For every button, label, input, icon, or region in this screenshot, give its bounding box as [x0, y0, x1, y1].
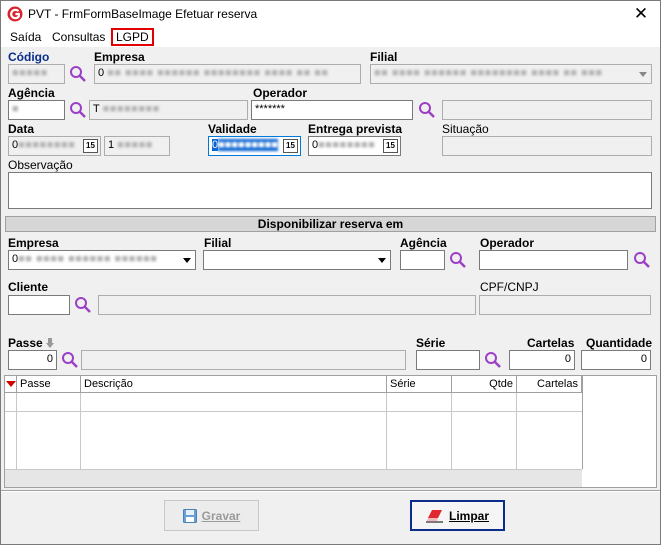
serie-field[interactable]: [416, 350, 480, 370]
entrega-field[interactable]: 0■■■■■■■■ 15: [308, 136, 401, 156]
cliente-name-field: [98, 295, 476, 315]
empresa-value: 0: [98, 67, 105, 79]
app-logo-icon: [7, 6, 23, 22]
cartelas-value: 0: [564, 353, 571, 365]
chevron-down-icon: [183, 258, 191, 263]
floppy-disk-icon: [182, 508, 197, 523]
quantidade-label: Quantidade: [586, 336, 653, 350]
menu-saida[interactable]: Saída: [7, 29, 44, 45]
search-codigo-icon[interactable]: [69, 65, 87, 83]
menu-lgpd[interactable]: LGPD: [111, 28, 154, 46]
serie-label: Série: [416, 336, 446, 350]
search-agencia-icon[interactable]: [69, 101, 87, 119]
grid-col-cartelas[interactable]: Cartelas: [517, 376, 582, 393]
grid-col-descricao[interactable]: Descrição: [81, 376, 387, 393]
gravar-button[interactable]: Gravar: [164, 500, 259, 531]
calendar-data-icon[interactable]: 15: [83, 139, 98, 153]
bottom-filial-select[interactable]: [203, 250, 391, 270]
gravar-label: Gravar: [201, 508, 241, 523]
grid-col-serie[interactable]: Série: [387, 376, 452, 393]
bottom-agencia-field[interactable]: [400, 250, 445, 270]
operador-label: Operador: [253, 86, 308, 100]
search-operador-icon[interactable]: [418, 101, 436, 119]
operador-value: *******: [255, 103, 285, 115]
observacao-label: Observação: [8, 158, 73, 172]
calendar-entrega-icon[interactable]: 15: [383, 139, 398, 153]
filial-select[interactable]: ■■ ■■■■ ■■■■■■ ■■■■■■■■ ■■■■ ■■ ■■■: [370, 64, 652, 84]
agencia-name-field: T ■■■■■■■■: [89, 100, 248, 120]
passe-label: Passe: [8, 336, 43, 350]
agencia-name-value: T: [93, 103, 100, 115]
empresa-label: Empresa: [94, 50, 145, 64]
table-row[interactable]: [5, 393, 582, 412]
bottom-empresa-select[interactable]: 0■■ ■■■■ ■■■■■■ ■■■■■■: [8, 250, 196, 270]
limpar-button[interactable]: Limpar: [410, 500, 505, 531]
quantidade-value: 0: [640, 353, 647, 365]
bottom-empresa-dropdown-arrow[interactable]: [179, 251, 195, 269]
limpar-label: Limpar: [448, 508, 489, 523]
eraser-icon: [425, 509, 443, 522]
search-cliente-icon[interactable]: [74, 296, 92, 314]
agencia-label: Agência: [8, 86, 55, 100]
filial-label: Filial: [370, 50, 398, 64]
arrow-down-icon: [46, 338, 54, 348]
window-title: PVT - FrmFormBaseImage Efetuar reserva: [28, 7, 258, 21]
cliente-label: Cliente: [8, 280, 49, 294]
bottom-filial-label: Filial: [204, 236, 232, 250]
cartelas-label: Cartelas: [527, 336, 575, 350]
bottom-empresa-label: Empresa: [8, 236, 59, 250]
grid-horizontal-scrollbar[interactable]: [5, 469, 582, 487]
empresa-field[interactable]: 0 ■■ ■■■■ ■■■■■■ ■■■■■■■■ ■■■■ ■■ ■■: [94, 64, 361, 84]
menu-consultas[interactable]: Consultas: [49, 29, 108, 45]
items-grid[interactable]: Passe Descrição Série Qtde Cartelas: [4, 375, 657, 488]
bottom-filial-dropdown-arrow[interactable]: [374, 251, 390, 269]
chevron-down-icon: [639, 72, 647, 77]
cartelas-field[interactable]: 0: [509, 350, 575, 370]
footer-separator: [1, 490, 660, 492]
quantidade-field[interactable]: 0: [581, 350, 651, 370]
bottom-operador-label: Operador: [480, 236, 535, 250]
calendar-validade-icon[interactable]: 15: [283, 139, 298, 153]
codigo-field[interactable]: ■■■■■: [8, 64, 65, 84]
chevron-down-icon: [378, 258, 386, 263]
sort-arrow-icon: [6, 381, 16, 387]
operador-field[interactable]: *******: [251, 100, 413, 120]
passe-description-field: [81, 350, 406, 370]
agencia-field[interactable]: ■: [8, 100, 65, 120]
observacao-textarea[interactable]: [8, 172, 652, 209]
bottom-agencia-label: Agência: [400, 236, 447, 250]
validade-field[interactable]: 0■■■■■■■■■ 15: [208, 136, 301, 156]
search-bottom-operador-icon[interactable]: [633, 251, 651, 269]
search-passe-icon[interactable]: [61, 351, 79, 369]
close-button[interactable]: ✕: [630, 3, 652, 25]
data-time-field: 1 ■■■■■: [104, 136, 170, 156]
operador-name-field: [442, 100, 652, 120]
entrega-label: Entrega prevista: [308, 122, 403, 136]
validade-label: Validade: [208, 122, 257, 136]
filial-dropdown-arrow[interactable]: [635, 65, 651, 83]
cpf-field: [479, 295, 651, 315]
bottom-operador-field[interactable]: [479, 250, 628, 270]
codigo-label: Código: [8, 50, 50, 64]
situacao-field: [442, 136, 652, 156]
search-bottom-agencia-icon[interactable]: [449, 251, 467, 269]
passe-field[interactable]: 0: [8, 350, 57, 370]
search-serie-icon[interactable]: [484, 351, 502, 369]
grid-header: Passe Descrição Série Qtde Cartelas: [5, 376, 582, 393]
section-disponibilizar: Disponibilizar reserva em: [5, 216, 656, 232]
grid-indicator-column: [5, 376, 17, 393]
grid-col-qtde[interactable]: Qtde: [452, 376, 517, 393]
title-bar: PVT - FrmFormBaseImage Efetuar reserva ✕: [1, 1, 660, 27]
situacao-label: Situação: [442, 122, 489, 136]
data-time-value: 1: [108, 139, 115, 151]
passe-value: 0: [46, 353, 53, 365]
menu-bar: Saída Consultas LGPD: [1, 27, 660, 47]
cpf-label: CPF/CNPJ: [480, 280, 539, 294]
main-window: PVT - FrmFormBaseImage Efetuar reserva ✕…: [0, 0, 661, 545]
data-label: Data: [8, 122, 35, 136]
cliente-field[interactable]: [8, 295, 70, 315]
grid-col-passe[interactable]: Passe: [17, 376, 81, 393]
data-field[interactable]: 0■■■■■■■■ 15: [8, 136, 101, 156]
